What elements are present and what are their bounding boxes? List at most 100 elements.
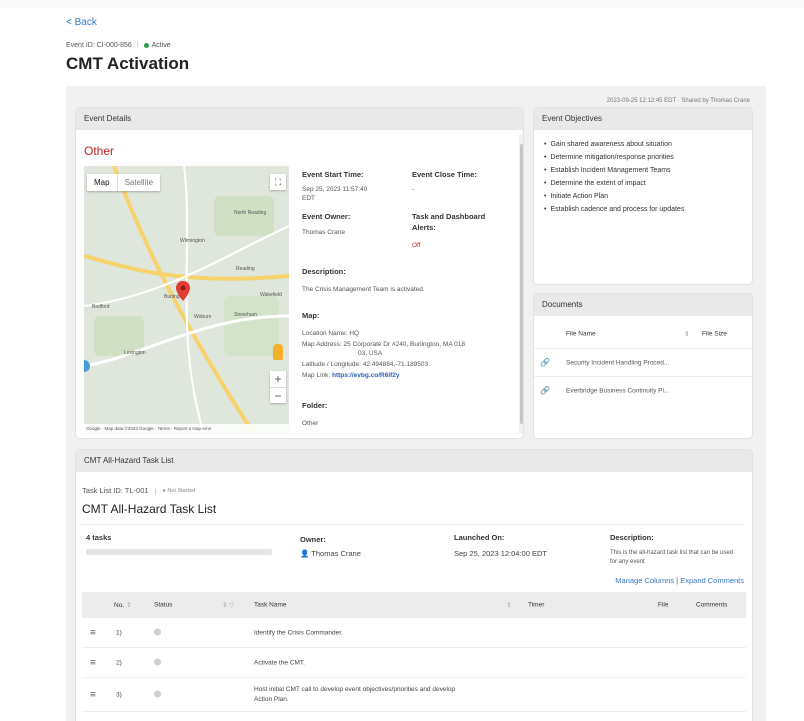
tasks-count: 4 tasks [86,533,112,542]
event-meta: Event ID: CI-000-856 | Active [66,42,171,49]
event-panel: 2023-09-25 12:12:45 EDT · Shared by Thom… [66,86,766,721]
event-owner-label: Event Owner: [302,212,351,221]
meta-separator: | [154,486,157,495]
manage-columns-link[interactable]: Manage Columns [615,576,674,585]
map-place-label: Reading [236,266,255,272]
street-view-icon[interactable] [273,344,283,360]
col-file-size[interactable]: File Size [702,331,727,338]
zoom-in-button[interactable]: + [270,371,286,387]
details-scrollbar[interactable] [519,134,523,434]
objective-item: Establish Incident Management Teams [544,164,684,177]
task-row[interactable]: ≡ 2) Activate the CMT. [82,648,746,678]
document-row[interactable]: 🔗 Everbridge Business Continuity Pl... [534,376,752,404]
expand-comments-link[interactable]: Expand Comments [680,576,744,585]
col-timer[interactable]: Timer [528,602,544,609]
col-no[interactable]: No. ⇕ [114,601,131,609]
col-comments[interactable]: Comments [696,602,727,609]
task-list-stats: 4 tasks Owner: 👤 Thomas Crane Launched O… [80,524,744,580]
table-actions: Manage Columns | Expand Comments [615,576,744,585]
owner-value: 👤 Thomas Crane [300,549,361,558]
map-link-label: Map Link: [302,372,331,379]
location-pin-icon [176,281,190,301]
back-link[interactable]: < Back [66,17,97,28]
zoom-out-button[interactable]: − [270,387,286,403]
event-map[interactable]: Map Satellite ⛶ North Reading Wilmington… [84,166,289,434]
satellite-tab[interactable]: Satellite [116,174,160,191]
folder-value: Other [302,420,319,427]
documents-table-header: File Name ⇕ File Size [534,320,752,348]
task-list-card: CMT All-Hazard Task List Task List ID: T… [76,450,752,721]
folder-label: Folder: [302,401,328,410]
task-name[interactable]: Identify the Crisis Commander. [254,629,343,636]
map-address-cont: 03, USA [358,350,383,357]
event-objectives-card: Event Objectives Gain shared awareness a… [534,108,752,284]
documents-header: Documents [534,294,752,316]
task-name[interactable]: Activate the CMT. [254,659,305,666]
map-place-label: Lexington [124,350,146,356]
sort-filter-icon[interactable]: ⇕ ▽ [222,601,234,609]
start-time-label: Event Start Time: [302,170,364,179]
task-no: 3) [116,691,122,698]
status-indicator[interactable] [154,658,161,667]
status-indicator[interactable] [154,628,161,637]
documents-card: Documents File Name ⇕ File Size 🔗 Securi… [534,294,752,438]
description-value: This is the all-hazard task list that ca… [610,550,734,565]
map-address: Map Address: 25 Corporate Dr #240, Burli… [302,341,465,348]
map-place-label: Bedford [92,304,110,310]
objective-item: Establish cadence and process for update… [544,203,684,216]
task-list-status: ● Not Started [162,487,196,494]
zoom-controls: + − [270,371,286,403]
active-status-dot [143,43,149,48]
map-link[interactable]: https://evbg.co/R6if2y [332,372,400,379]
lat-long: Latitude / Longitude: 42.494884,-71.1895… [302,361,429,368]
description-label: Description: [302,267,346,276]
task-name-line: Action Plan. [254,695,289,703]
sort-icon[interactable]: ⇕ [126,602,131,609]
event-owner-value: Thomas Crane [302,229,345,236]
event-objectives-header: Event Objectives [534,108,752,130]
sort-icon[interactable]: ⇕ [684,330,689,338]
objective-item: Determine mitigation/response priorities [544,151,684,164]
drag-handle-icon[interactable]: ≡ [90,627,96,638]
shared-info: 2023-09-25 12:12:45 EDT · Shared by Thom… [606,98,750,104]
document-name[interactable]: Everbridge Business Continuity Pl... [566,387,669,394]
task-table: No. ⇕ Status ⇕ ▽ Task Name ⇕ Timer File … [82,592,746,712]
event-type: Other [84,144,115,158]
col-task-name[interactable]: Task Name [254,602,287,609]
col-file-name[interactable]: File Name [566,331,596,338]
sort-icon[interactable]: ⇕ [506,601,511,609]
document-name[interactable]: Security Incident Handling Proced... [566,359,669,366]
map-tab[interactable]: Map [87,174,117,191]
description-value: The Crisis Management Team is activated. [302,286,425,293]
status-indicator[interactable] [154,690,161,699]
user-icon: 👤 [300,549,310,558]
fullscreen-icon[interactable]: ⛶ [270,174,286,190]
task-row[interactable]: ≡ 3) Host initial CMT call to develop ev… [82,678,746,712]
map-footer: Google · Map data ©2023 Google · Terms ·… [84,424,289,434]
map-place-label: Wilmington [180,238,205,244]
task-no: 1) [116,629,122,636]
task-name[interactable]: Host initial CMT call to develop event o… [254,685,455,705]
drag-handle-icon[interactable]: ≡ [90,689,96,700]
col-file[interactable]: File [658,602,668,609]
alerts-label: Task and Dashboard [412,212,486,221]
map-type-toggle[interactable]: Map Satellite [87,174,161,191]
alerts-value: Off [412,242,421,249]
task-list-title: CMT All-Hazard Task List [82,502,217,516]
objective-item: Gain shared awareness about situation [544,138,684,151]
owner-label: Owner: [300,535,326,544]
drag-handle-icon[interactable]: ≡ [90,657,96,668]
description-label: Description: [610,533,654,542]
col-status[interactable]: Status [154,602,172,609]
task-row[interactable]: ≡ 1) Identify the Crisis Commander. [82,618,746,648]
map-place-label: North Reading [234,210,267,216]
task-table-header: No. ⇕ Status ⇕ ▽ Task Name ⇕ Timer File … [82,592,746,618]
scrollbar-thumb[interactable] [520,144,523,424]
document-row[interactable]: 🔗 Security Incident Handling Proced... [534,348,752,376]
task-list-meta: Task List ID: TL-001 | ● Not Started [82,486,195,495]
launched-label: Launched On: [454,533,505,542]
action-separator: | [676,576,679,585]
launched-value: Sep 25, 2023 12:04:00 EDT [454,549,547,558]
objectives-list: Gain shared awareness about situation De… [544,138,684,216]
start-time-value: Sep 25, 2023 11:57:40 [302,186,368,193]
